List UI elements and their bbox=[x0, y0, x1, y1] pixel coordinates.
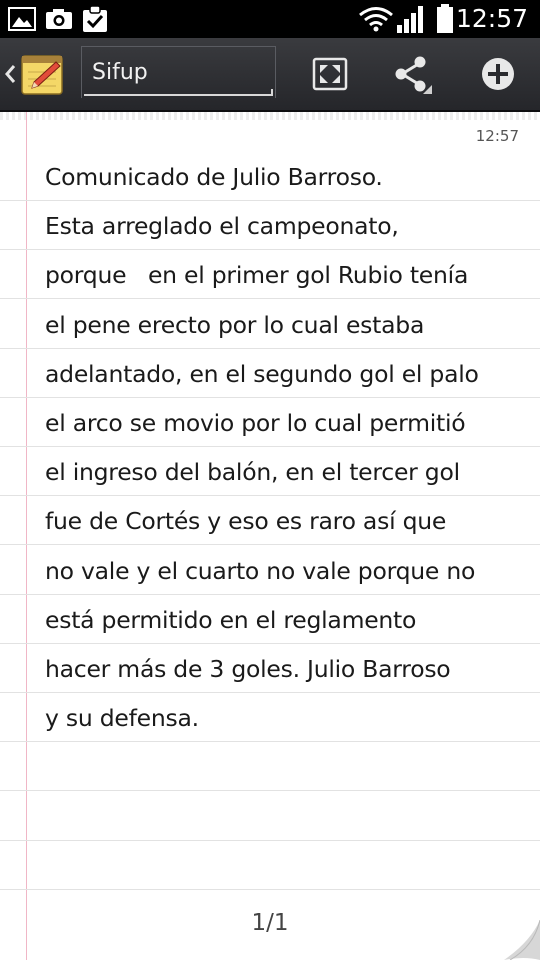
note-line: el arco se movio por lo cual permitió bbox=[45, 409, 466, 438]
status-bar: 12:57 bbox=[0, 0, 540, 38]
note-line: no vale y el cuarto no vale porque no bbox=[45, 556, 476, 585]
note-line: porque en el primer gol Rubio tenía bbox=[45, 261, 469, 290]
back-chevron-icon[interactable] bbox=[4, 64, 16, 84]
memo-app-icon[interactable] bbox=[20, 52, 66, 96]
ruled-line bbox=[0, 790, 540, 792]
note-line: hacer más de 3 goles. Julio Barroso bbox=[45, 655, 451, 684]
fit-screen-icon[interactable] bbox=[310, 54, 350, 94]
note-paper[interactable]: 12:57 Comunicado de Julio Barroso. Esta … bbox=[0, 112, 540, 960]
paper-top-edge bbox=[0, 112, 540, 120]
note-line: el pene erecto por lo cual estaba bbox=[45, 310, 425, 339]
margin-line bbox=[26, 112, 27, 960]
note-line: está permitido en el reglamento bbox=[45, 605, 417, 634]
gallery-icon bbox=[8, 7, 36, 31]
wifi-icon bbox=[359, 7, 393, 32]
clipboard-check-icon bbox=[83, 5, 107, 32]
note-timestamp: 12:57 bbox=[475, 127, 519, 145]
note-line: Esta arreglado el campeonato, bbox=[45, 212, 399, 241]
share-icon[interactable] bbox=[392, 54, 432, 94]
note-title: Sifup bbox=[92, 60, 148, 85]
page-curl[interactable] bbox=[504, 920, 540, 960]
note-line: adelantado, en el segundo gol el palo bbox=[45, 359, 479, 388]
note-body[interactable]: Comunicado de Julio Barroso. Esta arregl… bbox=[45, 153, 525, 743]
add-icon[interactable] bbox=[478, 54, 518, 94]
ruled-line bbox=[0, 888, 540, 890]
page-indicator: 1/1 bbox=[251, 910, 289, 936]
camera-icon bbox=[46, 9, 72, 29]
note-line: fue de Cortés y eso es raro así que bbox=[45, 507, 447, 536]
note-title-field[interactable]: Sifup bbox=[81, 46, 276, 98]
ruled-line bbox=[0, 839, 540, 841]
status-time: 12:57 bbox=[455, 4, 528, 33]
note-line: y su defensa. bbox=[45, 704, 199, 733]
note-line: el ingreso del balón, en el tercer gol bbox=[45, 458, 460, 487]
battery-icon bbox=[437, 4, 453, 33]
signal-icon bbox=[397, 6, 423, 33]
note-line: Comunicado de Julio Barroso. bbox=[45, 163, 383, 191]
action-bar: Sifup bbox=[0, 38, 540, 112]
